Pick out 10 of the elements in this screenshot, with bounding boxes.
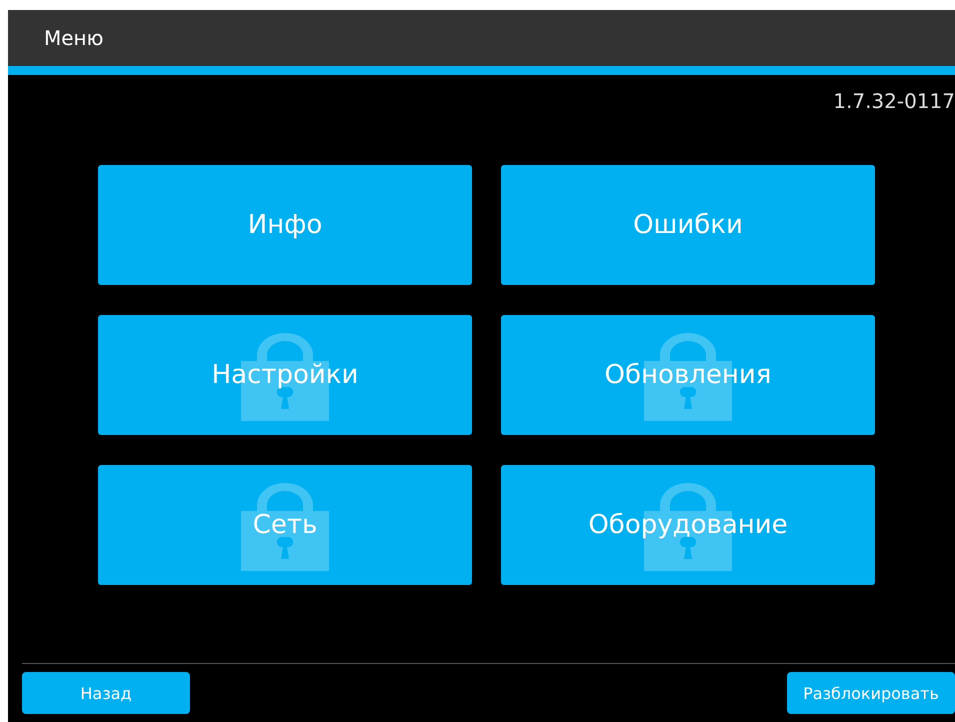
- unlock-button[interactable]: Разблокировать: [787, 672, 955, 714]
- back-button[interactable]: Назад: [22, 672, 190, 714]
- menu-tile[interactable]: Ошибки: [501, 165, 875, 285]
- window-title: Меню: [44, 26, 104, 50]
- menu-tile[interactable]: Сеть: [98, 465, 472, 585]
- menu-tile[interactable]: Настройки: [98, 315, 472, 435]
- menu-tile[interactable]: Инфо: [98, 165, 472, 285]
- menu-tile[interactable]: Обновления: [501, 315, 875, 435]
- version-label: 1.7.32-0117: [833, 89, 955, 113]
- menu-tile[interactable]: Оборудование: [501, 465, 875, 585]
